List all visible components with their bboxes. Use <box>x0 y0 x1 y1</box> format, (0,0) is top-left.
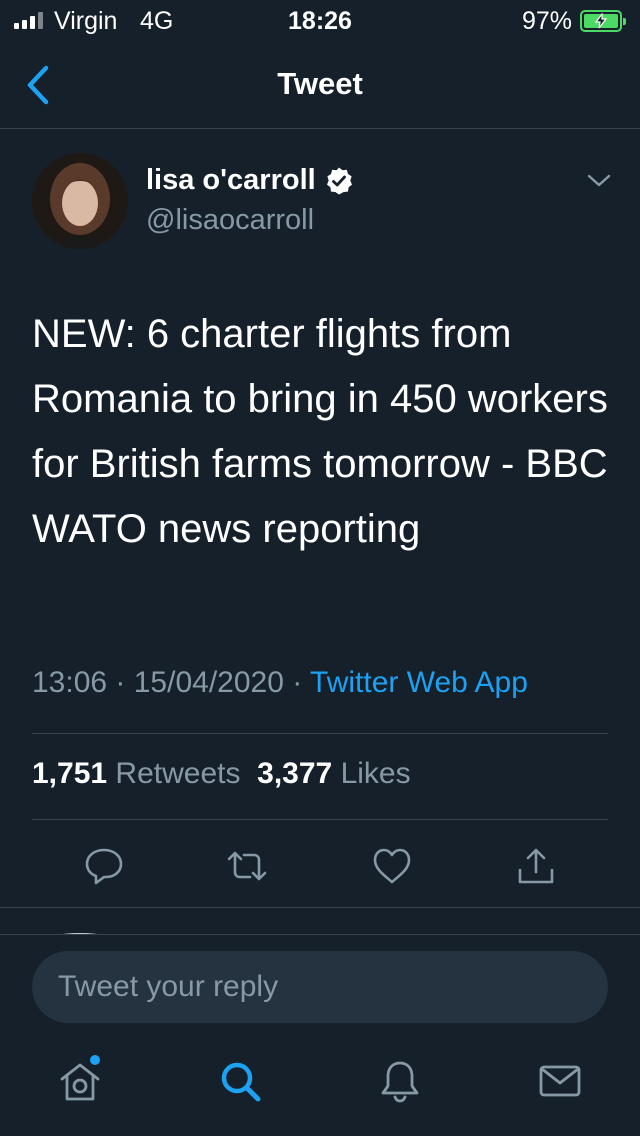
battery-percentage: 97% <box>521 7 572 35</box>
page-title: Tweet <box>277 66 363 101</box>
reply-input[interactable] <box>32 951 608 1023</box>
reply-bar <box>0 934 640 1136</box>
verified-badge-icon <box>326 167 352 194</box>
battery-charging-icon <box>580 10 626 32</box>
header: Tweet <box>0 40 640 129</box>
tweet-stats: 1,751 Retweets 3,377 Likes <box>32 757 411 791</box>
likes-stat[interactable]: 3,377 Likes <box>257 757 410 790</box>
likes-label: Likes <box>340 757 411 790</box>
divider <box>32 733 608 734</box>
likes-count: 3,377 <box>257 757 333 790</box>
tweet-source-link[interactable]: Twitter Web App <box>310 666 528 699</box>
author-name[interactable]: lisa o'carroll <box>146 164 354 197</box>
retweet-icon[interactable] <box>225 844 269 888</box>
share-icon[interactable] <box>514 844 558 888</box>
tweet-time: 13:06 <box>32 666 108 699</box>
avatar[interactable] <box>32 153 128 249</box>
notifications-icon[interactable] <box>376 1057 424 1105</box>
chevron-down-icon[interactable] <box>584 170 614 192</box>
retweets-count: 1,751 <box>32 757 108 790</box>
retweets-stat[interactable]: 1,751 Retweets <box>32 757 240 790</box>
meta-separator: · <box>115 666 134 699</box>
tweet-text: NEW: 6 charter flights from Romania to b… <box>32 312 608 551</box>
author-name-label: lisa o'carroll <box>146 164 316 196</box>
reply-icon[interactable] <box>82 844 126 888</box>
divider <box>0 907 640 908</box>
divider <box>32 819 608 820</box>
status-bar: Virgin 4G 18:26 97% <box>0 0 640 40</box>
retweets-label: Retweets <box>115 757 241 790</box>
unread-dot-icon <box>88 1053 102 1067</box>
like-icon[interactable] <box>370 844 414 888</box>
tweet-meta: 13:06 · 15/04/2020 · Twitter Web App <box>32 666 528 700</box>
search-icon[interactable] <box>216 1057 264 1105</box>
author-handle[interactable]: @lisaocarroll <box>146 204 314 237</box>
meta-separator: · <box>292 666 311 699</box>
tweet-date: 15/04/2020 <box>133 666 284 699</box>
messages-icon[interactable] <box>536 1057 584 1105</box>
